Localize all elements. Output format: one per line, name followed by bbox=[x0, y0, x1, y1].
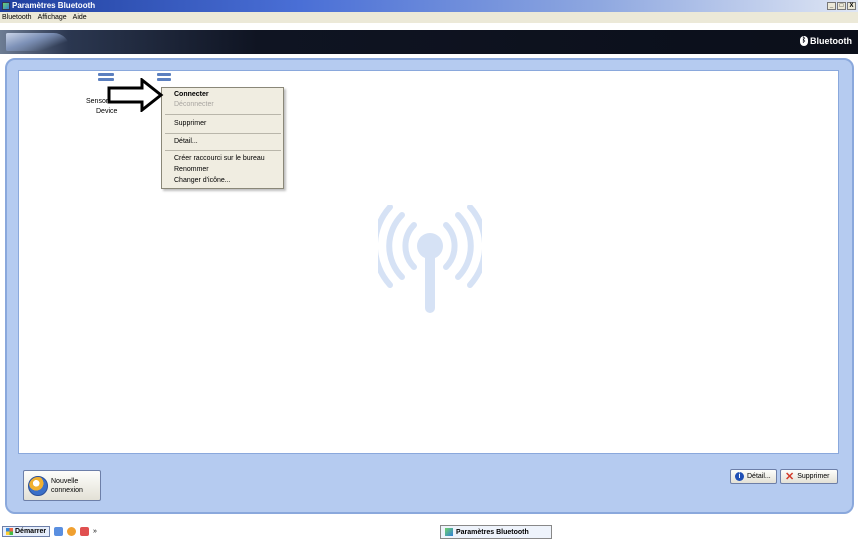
start-label: Démarrer bbox=[15, 528, 47, 535]
taskbar: Démarrer » Paramètres Bluetooth bbox=[0, 524, 858, 540]
menu-item-delete[interactable]: Supprimer bbox=[174, 120, 206, 127]
header-banner: ᛒ Bluetooth bbox=[0, 30, 858, 54]
menu-separator bbox=[165, 133, 281, 134]
show-desktop-icon[interactable] bbox=[54, 527, 63, 536]
menu-bluetooth[interactable]: Bluetooth bbox=[2, 12, 32, 23]
new-connection-button[interactable]: Nouvelle connexion bbox=[23, 470, 101, 501]
pointer-arrow-icon bbox=[107, 78, 164, 112]
bluetooth-signal-watermark-icon bbox=[371, 204, 489, 315]
menu-item-change-icon[interactable]: Changer d'icône... bbox=[174, 177, 231, 184]
menu-bar: Bluetooth Affichage Aide bbox=[0, 12, 858, 23]
bluetooth-logo: ᛒ Bluetooth bbox=[800, 36, 852, 46]
menu-item-detail[interactable]: Détail... bbox=[174, 138, 198, 145]
delete-button-label: Supprimer bbox=[797, 473, 830, 480]
bluetooth-icon: ᛒ bbox=[800, 36, 808, 46]
start-button[interactable]: Démarrer bbox=[2, 526, 51, 537]
title-bar: Paramètres Bluetooth _ □ X bbox=[0, 0, 858, 12]
windows-flag-icon bbox=[6, 528, 13, 535]
quick-launch: » bbox=[54, 527, 97, 536]
menu-item-disconnect: Déconnecter bbox=[174, 101, 214, 108]
info-icon: i bbox=[735, 472, 744, 481]
context-menu: Connecter Déconnecter Supprimer Détail..… bbox=[161, 87, 284, 189]
window-title: Paramètres Bluetooth bbox=[12, 1, 96, 10]
banner-swoosh bbox=[6, 33, 70, 51]
menu-help[interactable]: Aide bbox=[73, 12, 87, 23]
bluetooth-settings-icon bbox=[2, 2, 10, 10]
delete-x-icon: ✕ bbox=[785, 470, 795, 483]
device-label-line1: Sensor bbox=[86, 98, 109, 105]
taskbar-item-label: Paramètres Bluetooth bbox=[456, 528, 529, 536]
maximize-button[interactable]: □ bbox=[837, 2, 846, 10]
menu-item-connect[interactable]: Connecter bbox=[174, 91, 209, 98]
detail-button[interactable]: i Détail... bbox=[730, 469, 777, 484]
media-player-icon[interactable] bbox=[80, 527, 89, 536]
detail-button-label: Détail... bbox=[747, 473, 771, 480]
new-connection-label-line2: connexion bbox=[51, 486, 83, 494]
window-controls: _ □ X bbox=[827, 2, 856, 10]
new-connection-icon bbox=[28, 475, 48, 496]
menu-separator bbox=[165, 150, 281, 151]
close-button[interactable]: X bbox=[847, 2, 856, 10]
menu-item-rename[interactable]: Renommer bbox=[174, 166, 209, 173]
bluetooth-logo-text: Bluetooth bbox=[810, 36, 852, 46]
new-connection-label: Nouvelle connexion bbox=[51, 477, 83, 495]
delete-button[interactable]: ✕ Supprimer bbox=[780, 469, 838, 484]
quick-launch-more[interactable]: » bbox=[93, 528, 97, 535]
new-connection-label-line1: Nouvelle bbox=[51, 477, 79, 485]
taskbar-item-bluetooth-settings[interactable]: Paramètres Bluetooth bbox=[440, 525, 552, 539]
bluetooth-settings-icon bbox=[445, 528, 453, 536]
minimize-button[interactable]: _ bbox=[827, 2, 836, 10]
menu-item-create-shortcut[interactable]: Créer raccourci sur le bureau bbox=[174, 155, 265, 162]
menu-view[interactable]: Affichage bbox=[38, 12, 67, 23]
browser-icon[interactable] bbox=[67, 527, 76, 536]
menu-separator bbox=[165, 114, 281, 115]
